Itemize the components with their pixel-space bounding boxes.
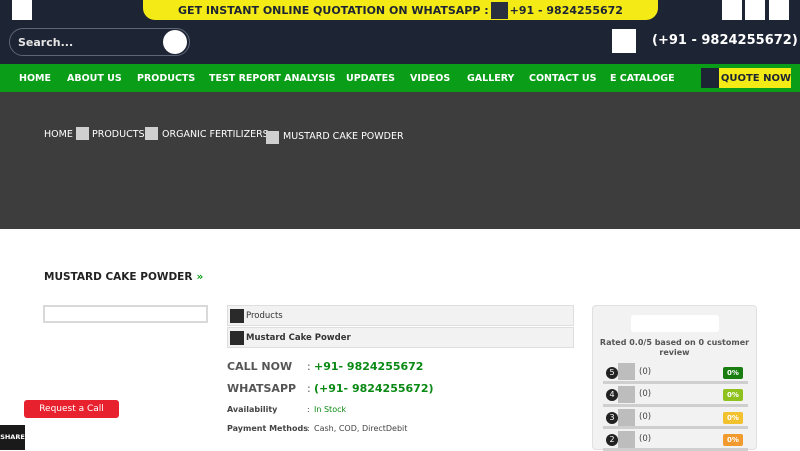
- category-icon: [230, 308, 244, 323]
- availability-label: Availability: [227, 405, 278, 414]
- breadcrumb-products[interactable]: PRODUCTS: [92, 129, 145, 140]
- page-title: MUSTARD CAKE POWDER»: [44, 271, 203, 283]
- category-tag-label: Products: [246, 310, 283, 321]
- colon: :: [307, 382, 311, 395]
- nav-gallery[interactable]: GALLERY: [467, 73, 514, 84]
- payment-methods-value: Cash, COD, DirectDebit: [314, 424, 408, 433]
- call-now-number[interactable]: +91- 9824255672: [314, 360, 423, 373]
- nav-products[interactable]: PRODUCTS: [137, 73, 195, 84]
- whatsapp-number[interactable]: (+91- 9824255672): [314, 382, 434, 395]
- quote-icon: [701, 68, 719, 88]
- rating-stars: [631, 315, 719, 332]
- breadcrumb-current: MUSTARD CAKE POWDER: [283, 131, 404, 142]
- star-icon: [618, 409, 635, 426]
- colon: :: [307, 360, 311, 373]
- rating-summary: Rated 0.0/5 based on 0 customer review: [599, 338, 750, 357]
- whatsapp-banner-text: GET INSTANT ONLINE QUOTATION ON WHATSAPP…: [178, 3, 489, 17]
- nav-test-report-analysis[interactable]: TEST REPORT ANALYSIS: [209, 73, 335, 84]
- rating-progress-bar: [603, 381, 748, 384]
- call-now-label: CALL NOW: [227, 360, 293, 373]
- logo[interactable]: [12, 0, 32, 20]
- twitter-icon[interactable]: [745, 0, 765, 20]
- product-icon: [230, 330, 244, 345]
- share-button[interactable]: SHARE: [0, 425, 25, 450]
- star-icon: [618, 431, 635, 448]
- rating-progress-bar: [603, 426, 748, 429]
- facebook-icon[interactable]: [722, 0, 742, 20]
- category-tag[interactable]: Products: [227, 305, 574, 326]
- colon: :: [307, 405, 310, 414]
- quote-now-label: QUOTE NOW: [720, 72, 791, 84]
- product-name-label: Mustard Cake Powder: [246, 332, 351, 343]
- product-image-box: [43, 305, 208, 323]
- product-name-tag: Mustard Cake Powder: [227, 327, 574, 348]
- whatsapp-quote-banner[interactable]: GET INSTANT ONLINE QUOTATION ON WHATSAPP…: [143, 0, 658, 20]
- breadcrumb-organic-fertilizers[interactable]: ORGANIC FERTILIZERS: [162, 129, 269, 140]
- nav-e-catalog[interactable]: E CATALOGE: [610, 73, 675, 84]
- rating-count: (0): [639, 434, 652, 444]
- phone-icon: [612, 29, 636, 53]
- rating-percent-badge: 0%: [723, 434, 743, 446]
- header-phone[interactable]: (+91 - 9824255672): [652, 33, 798, 48]
- rating-star-number: 4: [606, 389, 618, 401]
- rating-star-number: 5: [606, 367, 618, 379]
- star-icon: [618, 363, 635, 380]
- linkedin-icon[interactable]: [769, 0, 789, 20]
- colon: :: [307, 424, 310, 433]
- whatsapp-banner-number: +91 - 9824255672: [509, 3, 623, 17]
- nav-about-us[interactable]: ABOUT US: [67, 73, 122, 84]
- page-hero: [0, 92, 800, 229]
- rating-star-number: 2: [606, 434, 618, 446]
- title-arrow-icon: »: [196, 271, 204, 283]
- quote-now-button[interactable]: QUOTE NOW: [701, 68, 791, 88]
- rating-progress-bar: [603, 404, 748, 407]
- rating-count: (0): [639, 389, 652, 399]
- nav-videos[interactable]: VIDEOS: [410, 73, 450, 84]
- rating-star-number: 3: [606, 412, 618, 424]
- request-call-button[interactable]: Request a Call: [24, 400, 119, 418]
- whatsapp-icon: [490, 1, 508, 19]
- rating-percent-badge: 0%: [723, 367, 743, 379]
- breadcrumb-separator-icon: [266, 131, 279, 144]
- breadcrumb-separator-icon: [145, 127, 158, 140]
- main-nav: HOME ABOUT US PRODUCTS TEST REPORT ANALY…: [0, 64, 800, 92]
- nav-updates[interactable]: UPDATES: [346, 73, 395, 84]
- whatsapp-label: WHATSAPP: [227, 382, 297, 395]
- rating-percent-badge: 0%: [723, 389, 743, 401]
- rating-percent-badge: 0%: [723, 412, 743, 424]
- breadcrumb-separator-icon: [76, 127, 89, 140]
- search-input[interactable]: [18, 34, 158, 50]
- star-icon: [618, 386, 635, 403]
- rating-count: (0): [639, 367, 652, 377]
- search-bar: [9, 28, 190, 56]
- breadcrumb-home[interactable]: HOME: [44, 129, 73, 140]
- rating-count: (0): [639, 412, 652, 422]
- availability-value: In Stock: [314, 405, 347, 414]
- nav-home[interactable]: HOME: [19, 73, 51, 84]
- page-title-text: MUSTARD CAKE POWDER: [44, 271, 193, 283]
- payment-methods-label: Payment Methods: [227, 424, 308, 433]
- search-button[interactable]: [163, 30, 187, 54]
- nav-contact-us[interactable]: CONTACT US: [529, 73, 596, 84]
